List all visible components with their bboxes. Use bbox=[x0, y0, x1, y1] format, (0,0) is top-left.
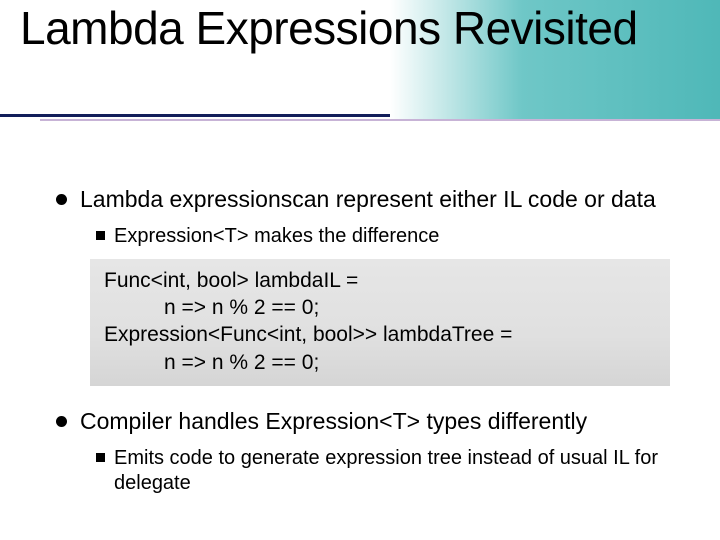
bullet-2-sub-1-text: Emits code to generate expression tree i… bbox=[114, 447, 658, 494]
code-line-3: Expression<Func<int, bool>> lambdaTree = bbox=[104, 321, 656, 348]
bullet-1-text: Lambda expressionscan represent either I… bbox=[80, 186, 656, 212]
slide-title: Lambda Expressions Revisited bbox=[0, 0, 720, 52]
bullet-1: Lambda expressionscan represent either I… bbox=[60, 186, 680, 214]
title-rule-light bbox=[40, 119, 720, 121]
code-box: Func<int, bool> lambdaIL = n => n % 2 ==… bbox=[90, 259, 670, 386]
code-line-1: Func<int, bool> lambdaIL = bbox=[104, 267, 656, 294]
bullet-2-text: Compiler handles Expression<T> types dif… bbox=[80, 408, 587, 434]
title-rule-dark bbox=[0, 114, 390, 117]
bullet-2: Compiler handles Expression<T> types dif… bbox=[60, 408, 680, 436]
bullet-1-sub-1: Expression<T> makes the difference bbox=[96, 224, 680, 249]
bullet-1-sub-1-text: Expression<T> makes the difference bbox=[114, 225, 439, 247]
bullet-2-sub-1: Emits code to generate expression tree i… bbox=[96, 446, 680, 496]
code-line-4: n => n % 2 == 0; bbox=[104, 349, 656, 376]
code-line-2: n => n % 2 == 0; bbox=[104, 294, 656, 321]
